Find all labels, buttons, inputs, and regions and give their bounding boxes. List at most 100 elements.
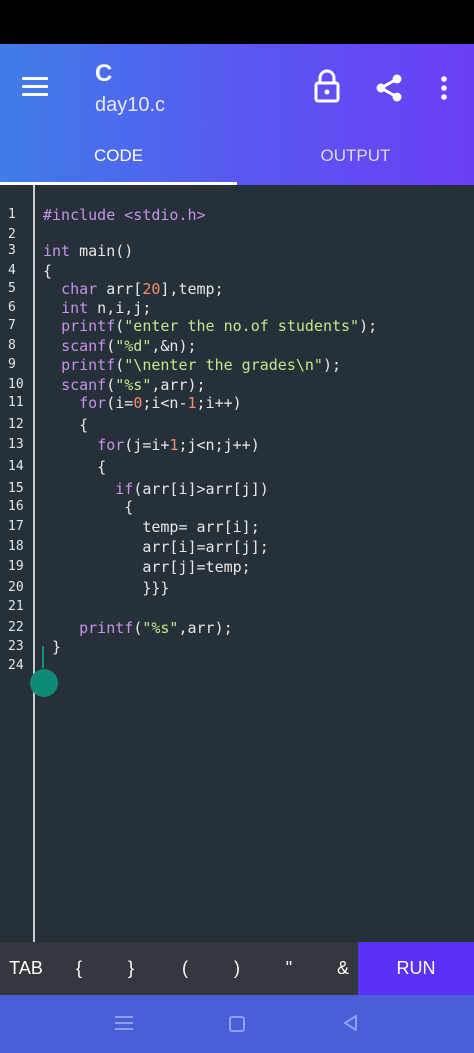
code-line: 16 { (0, 497, 474, 517)
code-token: "%s" (115, 376, 152, 394)
lock-icon[interactable] (312, 68, 342, 104)
line-number: 23 (8, 639, 24, 654)
back-icon[interactable] (342, 1014, 358, 1032)
tab-code[interactable]: CODE (0, 140, 237, 185)
code-token: ,arr); (151, 376, 206, 394)
code-line: 17 temp= arr[i]; (0, 517, 474, 537)
line-number: 19 (8, 559, 24, 574)
line-number: 18 (8, 539, 24, 554)
code-token: ( (106, 376, 116, 394)
code-token: int (43, 242, 71, 260)
more-vert-icon[interactable] (436, 72, 452, 104)
tab-output[interactable]: OUTPUT (237, 140, 474, 185)
code-token: ( (133, 619, 143, 637)
line-number: 20 (8, 580, 24, 595)
code-text: { (43, 497, 133, 517)
code-line: 4{ (0, 261, 474, 281)
code-line: 9 printf("\nenter the grades\n"); (0, 355, 474, 375)
code-editor[interactable]: 1 #include <stdio.h> 2 3 int main() 4{5 char … (0, 185, 474, 942)
text-cursor (42, 646, 44, 668)
key-open-paren[interactable]: ( (162, 942, 208, 995)
share-icon[interactable] (373, 72, 405, 104)
key-open-brace[interactable]: { (56, 942, 102, 995)
code-line: 14 { (0, 457, 474, 477)
line-number: 10 (8, 377, 24, 392)
code-token: (arr[i]>arr[j]) (133, 480, 269, 498)
code-token: ;i++) (196, 394, 242, 412)
key-close-brace[interactable]: } (108, 942, 154, 995)
code-token: ],temp; (160, 280, 224, 298)
code-line: 5 char arr[20],temp; (0, 279, 474, 299)
key-quote[interactable]: " (266, 942, 312, 995)
code-token: (i= (106, 394, 134, 412)
code-text: int n,i,j; (43, 298, 151, 318)
code-token: #include <stdio.h> (43, 206, 206, 224)
system-nav-bar (0, 995, 474, 1053)
code-token: scanf (61, 376, 107, 394)
code-text: #include <stdio.h> (43, 205, 206, 225)
code-line: 3 int main() (0, 241, 474, 261)
code-text: arr[j]=temp; (43, 557, 251, 577)
code-token: ( (115, 317, 125, 335)
hamburger-menu-icon[interactable] (22, 75, 52, 99)
symbol-key-bar: TAB { } ( ) " & RUN (0, 942, 474, 995)
line-number: 12 (8, 417, 24, 432)
line-number: 24 (8, 658, 24, 673)
code-line: 24 (0, 656, 474, 676)
code-token: arr[i]=arr[j]; (43, 538, 269, 556)
tab-code-label: CODE (93, 146, 144, 165)
code-text: temp= arr[i]; (43, 517, 259, 537)
code-token: } (43, 638, 62, 656)
code-token: { (43, 262, 53, 280)
recents-icon[interactable] (115, 1015, 133, 1031)
code-text: scanf("%s",arr); (43, 375, 206, 395)
code-line: 10 scanf("%s",arr); (0, 375, 474, 395)
code-token: 0 (133, 394, 143, 412)
key-close-paren[interactable]: ) (214, 942, 260, 995)
code-line: 21 (0, 597, 474, 617)
code-token: int (61, 299, 89, 317)
code-line: 6 int n,i,j; (0, 298, 474, 318)
code-token: ); (359, 317, 378, 335)
code-token: printf (79, 619, 134, 637)
code-text: }}} (43, 578, 169, 598)
code-token: n,i,j; (88, 299, 152, 317)
code-token: arr[j]=temp; (43, 558, 251, 576)
code-line: 11 for(i=0;i<n-1;i++) (0, 393, 474, 413)
code-token: (j=i+ (124, 436, 170, 454)
line-number: 16 (8, 499, 24, 514)
code-token: ;j<n;j++) (178, 436, 260, 454)
home-icon[interactable] (229, 1016, 245, 1032)
code-line: 18 arr[i]=arr[j]; (0, 537, 474, 557)
cursor-handle[interactable] (30, 669, 58, 697)
key-tab[interactable]: TAB (0, 942, 52, 995)
line-number: 13 (8, 437, 24, 452)
code-text: char arr[20],temp; (43, 279, 224, 299)
code-token: ); (322, 356, 342, 374)
code-text: for(i=0;i<n-1;i++) (43, 393, 242, 413)
code-line: 13 for(j=i+1;j<n;j++) (0, 435, 474, 455)
code-text: printf("%s",arr); (43, 618, 233, 638)
line-number: 3 (8, 243, 16, 258)
code-token: 20 (142, 280, 161, 298)
code-token: 1 (187, 394, 197, 412)
app-bar: C day10.c CODE OUTPUT (0, 44, 474, 185)
run-button[interactable]: RUN (358, 942, 474, 995)
line-number: 7 (8, 318, 16, 333)
code-line: 8 scanf("%d",&n); (0, 336, 474, 356)
code-token: { (43, 416, 89, 434)
code-text: } (43, 637, 61, 657)
line-number: 22 (8, 620, 24, 635)
code-line: 7 printf("enter the no.of students"); (0, 316, 474, 336)
line-number: 1 (8, 207, 16, 222)
code-line: 22 printf("%s",arr); (0, 618, 474, 638)
line-number: 17 (8, 519, 24, 534)
code-line: 1 #include <stdio.h> (0, 205, 474, 225)
